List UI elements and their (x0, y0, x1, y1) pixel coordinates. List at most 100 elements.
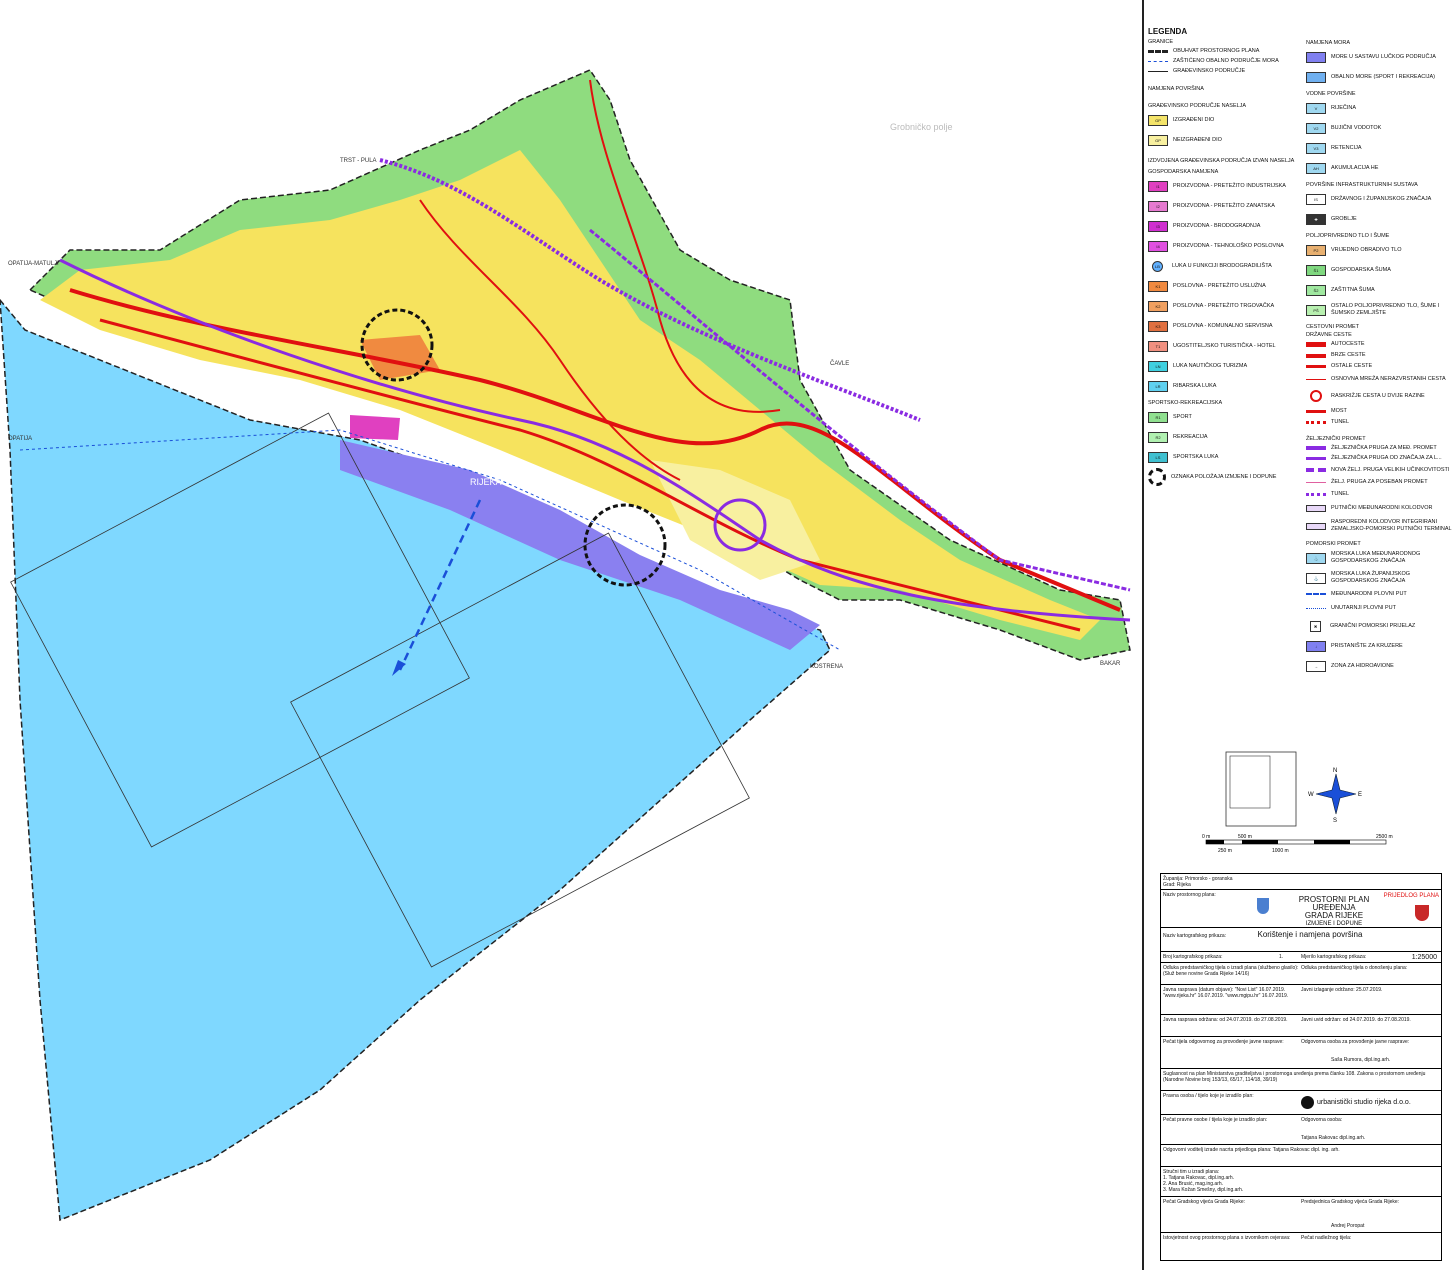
tb-label: Mjerilo kartografskog prikaza: (1301, 954, 1367, 960)
map-name: Korištenje i namjena površina (1257, 930, 1363, 939)
legend-item: ŽELJ. PRUGA ZA POSEBAN PROMET (1331, 478, 1428, 485)
coat-of-arms-icon (1257, 898, 1269, 914)
legend-swatch: LS (1148, 451, 1168, 463)
cruise-icon: ↓ (1306, 640, 1326, 652)
legend-item: OSTALO POLJOPRIVREDNO TLO, ŠUME I ŠUMSKO… (1331, 303, 1440, 316)
tb-text: Predsjednica Gradskog vijeća Grada Rijek… (1301, 1199, 1400, 1229)
map-label-opatija: OPATIJA (8, 436, 32, 442)
tb-text: Odluka predstavničkog tijela o izradi pl… (1163, 965, 1299, 977)
tb-text: Pečat tijela odgovornog za provođenje ja… (1163, 1039, 1284, 1045)
legend-item: BUJIČNI VODOTOK (1331, 124, 1382, 131)
tb-label: Naziv kartografskog prikaza: (1163, 933, 1227, 939)
legend-item: LUKA NAUTIČKOG TURIZMA (1173, 362, 1248, 369)
legend-item: NOVA ŽELJ. PRUGA VELIKIH UČINKOVITOSTI (1331, 466, 1450, 473)
tb-text: Javna rasprava (datum objave): "Novi Lis… (1163, 987, 1289, 999)
cemetery-icon: ✚ (1306, 213, 1326, 225)
tb-text: Pečat nadležnog tijela: (1301, 1235, 1352, 1241)
legend-item: AKUMULACIJA HE (1331, 164, 1379, 171)
legend-item: IZGRAĐENI DIO (1173, 116, 1215, 123)
legend-polj-heading: POLJOPRIVREDNO TLO I ŠUME (1306, 233, 1390, 239)
legend-item: MEĐUNARODNI PLOVNI PUT (1331, 590, 1407, 597)
legend-item: RIJEČINA (1331, 104, 1357, 111)
legend-swatch: LR (1148, 380, 1168, 392)
map-canvas[interactable]: RIJEKA OPATIJA OPATIJA-MATULJI KOSTRENA … (0, 0, 1142, 1270)
tb-text: Javni izlaganje održano: 25.07.2019. (1301, 987, 1383, 993)
legend-swatch: LB (1152, 260, 1163, 272)
plan-subtitle: IZMJENE I DOPUNE (1305, 921, 1363, 927)
legend-item: POSLOVNA - KOMUNALNO SERVISNA (1173, 322, 1273, 329)
legend-item: RASPOREDNI KOLODVOR INTEGRIRANI ZEMALJSK… (1331, 519, 1452, 532)
scale-label: 2500 m (1376, 834, 1393, 840)
legend-item: ZONA ZA HIDROAVIONE (1331, 662, 1394, 669)
border-crossing-icon: ✖ (1310, 620, 1321, 632)
legend-swatch: K1 (1148, 280, 1168, 292)
tb-value: Rijeka (1176, 882, 1191, 888)
legend-cestovni-heading: CESTOVNI PROMET (1306, 324, 1360, 330)
tb-text: Odgovorna osoba: Tatjana Rakovac dipl.ing… (1301, 1117, 1366, 1141)
legend-swatch: GP (1148, 114, 1168, 126)
legend-item: GRANIČNI POMORSKI PRIJELAZ (1330, 622, 1416, 629)
tb-text: Pečat Gradskog vijeća Grada Rijeke: (1163, 1199, 1245, 1205)
legend-infra-heading: POVRŠINE INFRASTRUKTURNIH SUSTAVA (1306, 182, 1418, 188)
legend-item: UGOSTITELJSKO TURISTIČKA - HOTEL (1173, 342, 1276, 349)
legend-item: AUTOCESTE (1331, 341, 1365, 347)
legend-item: TUNEL (1331, 419, 1350, 425)
legend-item: ŽELJEZNIČKA PRUGA ZA MEĐ. PROMET (1331, 444, 1437, 451)
legend-cestovni-sub: DRŽAVNE CESTE (1306, 332, 1352, 338)
tb-text: Odgovorni voditelj izrade nacrta prijedl… (1161, 1145, 1441, 1167)
map-label-city: RIJEKA (470, 477, 502, 487)
legend-item: DRŽAVNOG I ŽUPANIJSKOG ZNAČAJA (1331, 195, 1432, 202)
legend-granice-heading: GRANICE (1148, 39, 1174, 45)
map-label-bakar: BAKAR (1100, 661, 1121, 667)
legend-swatch: V (1306, 102, 1326, 114)
legend-item: PROIZVODNA - PRETEŽITO INDUSTRIJSKA (1173, 182, 1286, 189)
seaplane-icon: → (1306, 660, 1326, 672)
legend-item: TUNEL (1331, 490, 1350, 497)
tb-text: Istovjetnost ovog prostornog plana s izv… (1163, 1235, 1291, 1241)
legend-pomorski-heading: POMORSKI PROMET (1306, 541, 1361, 547)
legend-item: GRAĐEVINSKO PODRUČJE (1173, 67, 1246, 74)
studio-logo-icon (1301, 1096, 1314, 1109)
legend-item: SPORTSKA LUKA (1173, 453, 1219, 460)
legend-item: MORSKA LUKA MEĐUNARODNOG GOSPODARSKOG ZN… (1331, 551, 1421, 564)
legend-item: PUTNIČKI MEĐUNARODNI KOLODVOR (1331, 504, 1433, 511)
legend-item: RIBARSKA LUKA (1173, 382, 1217, 389)
tb-text: Pečat pravne osobe / tijela koje je izra… (1163, 1117, 1268, 1123)
tb-text: Odluka predstavničkog tijela o donošenju… (1301, 965, 1408, 971)
change-marker-icon (1148, 468, 1166, 486)
city-emblem-icon (1415, 905, 1429, 921)
legend-item: RASKRIŽJE CESTA U DVIJE RAZINE (1331, 392, 1425, 399)
scale-label: 500 m (1238, 834, 1252, 840)
legend-item: ŽELJEZNIČKA PRUGA OD ZNAČAJA ZA L... (1331, 454, 1442, 461)
map-label-trst-pula: TRST - PULA (340, 158, 377, 164)
tb-label: Grad: (1163, 882, 1176, 888)
legend-swatch: I1 (1148, 180, 1168, 192)
legend-item: OZNAKA POLOŽAJA IZMJENE I DOPUNE (1171, 473, 1277, 480)
legend-swatch: P2 (1306, 244, 1326, 256)
legend-item: PROIZVODNA - BRODOGRADNJA (1173, 222, 1261, 229)
legend-namjena-mora-heading: NAMJENA MORA (1306, 40, 1351, 46)
legend-panel: LEGENDA GRANICE OBUHVAT PROSTORNOG PLANA… (1146, 0, 1454, 760)
north-label: N (1333, 768, 1337, 774)
compass-icon (1315, 773, 1357, 815)
tb-text: Pravna osoba / tijelo koje je izradilo p… (1163, 1093, 1254, 1099)
legend-swatch: T1 (1148, 340, 1168, 352)
legend-item: REKREACIJA (1173, 433, 1208, 440)
legend-swatch: K3 (1148, 320, 1168, 332)
legend-swatch: R2 (1148, 431, 1168, 443)
tb-text: Javni uvid održan: od 24.07.2019. do 27.… (1301, 1017, 1411, 1023)
tb-text: Odgovorna osoba za provođenje javne rasp… (1301, 1039, 1410, 1063)
map-label-grobnicko-polje: Grobničko polje (890, 122, 953, 132)
legend-swatch: AH (1306, 162, 1326, 174)
legend-swatch: K2 (1148, 300, 1168, 312)
map-scale: 1:25000 (1411, 954, 1437, 961)
legend-swatch: I4 (1148, 240, 1168, 252)
legend-swatch: GP (1148, 134, 1168, 146)
legend-swatch: V3 (1306, 142, 1326, 154)
studio-name: urbanistički studio rijeka d.o.o. (1317, 1099, 1411, 1106)
legend-item: PROIZVODNA - TEHNOLOŠKO POSLOVNA (1173, 242, 1284, 249)
legend-item: BRZE CESTE (1331, 352, 1366, 358)
tb-label: Naziv prostornog plana: (1163, 892, 1216, 898)
legend-item: VRIJEDNO OBRADIVO TLO (1331, 246, 1402, 253)
legend-title: LEGENDA (1148, 27, 1188, 36)
